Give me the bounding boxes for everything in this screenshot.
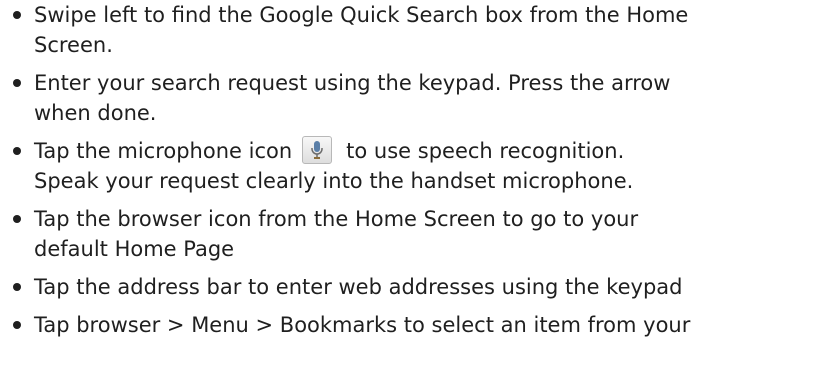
item-line: Tap the microphone icon to use speech rec… [34, 136, 839, 166]
list-item: Swipe left to find the Google Quick Sear… [0, 0, 839, 60]
bullet-icon [13, 283, 21, 291]
item-line: Swipe left to find the Google Quick Sear… [34, 3, 689, 27]
bullet-icon [13, 321, 21, 329]
list-item: Tap the microphone icon to use speech rec… [0, 136, 839, 196]
bullet-icon [13, 147, 21, 155]
item-line: Screen. [34, 33, 113, 57]
item-line: Tap the browser icon from the Home Scree… [34, 207, 639, 231]
item-line: when done. [34, 101, 157, 125]
instruction-list: Swipe left to find the Google Quick Sear… [0, 0, 839, 348]
list-item: Tap the address bar to enter web address… [0, 272, 839, 302]
list-item: Tap browser > Menu > Bookmarks to select… [0, 310, 839, 340]
bullet-icon [13, 215, 21, 223]
list-item: Enter your search request using the keyp… [0, 68, 839, 128]
bullet-icon [13, 11, 21, 19]
item-line: default Home Page [34, 237, 235, 261]
item-line: Enter your search request using the keyp… [34, 71, 671, 95]
item-line: Tap browser > Menu > Bookmarks to select… [34, 313, 691, 337]
item-line: Speak your request clearly into the hand… [34, 169, 634, 193]
item-text-before-icon: Tap the microphone icon [34, 139, 293, 163]
list-item: Tap the browser icon from the Home Scree… [0, 204, 839, 264]
microphone-icon [302, 136, 333, 164]
item-text-after-icon: to use speech recognition. [346, 139, 625, 163]
bullet-icon [13, 79, 21, 87]
item-line: Tap the address bar to enter web address… [34, 275, 683, 299]
